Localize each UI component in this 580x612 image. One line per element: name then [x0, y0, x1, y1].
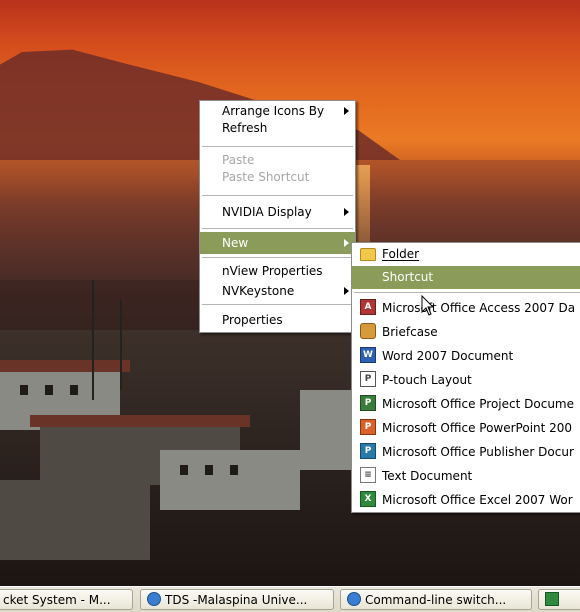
menu-item-paste[interactable]: Paste Paste Shortcut [200, 150, 355, 192]
publisher-icon: P [360, 443, 376, 459]
word-icon: W [360, 347, 376, 363]
menu-separator [354, 292, 580, 293]
menu-separator [202, 257, 353, 258]
access-icon: A [360, 299, 376, 315]
excel-icon: X [360, 491, 376, 507]
taskbar-button-excel[interactable] [538, 589, 580, 610]
menu-item-properties[interactable]: Properties [200, 308, 355, 332]
submenu-item-text-document[interactable]: ≡ Text Document [352, 464, 580, 488]
taskbar-button-tds-malaspina[interactable]: TDS -Malaspina Unive... [140, 589, 334, 610]
menu-item-label: Microsoft Office Publisher Docur [382, 445, 574, 459]
menu-item-new[interactable]: New [200, 232, 355, 254]
submenu-item-ptouch[interactable]: P P-touch Layout [352, 368, 580, 392]
antenna-pole [92, 280, 94, 400]
menu-item-label: Text Document [382, 469, 473, 483]
roof [30, 415, 250, 427]
menu-item-label: Arrange Icons By [222, 104, 325, 118]
submenu-item-powerpoint[interactable]: P Microsoft Office PowerPoint 200 [352, 416, 580, 440]
menu-item-label: Folder [382, 247, 420, 261]
menu-item-nvidia-display[interactable]: NVIDIA Display [200, 199, 355, 225]
submenu-item-project[interactable]: P Microsoft Office Project Docume [352, 392, 580, 416]
building [160, 450, 300, 510]
menu-item-nview-properties[interactable]: nView Properties [200, 261, 355, 281]
menu-item-label: Shortcut [382, 270, 434, 284]
menu-item-label: P-touch Layout [382, 373, 472, 387]
submenu-item-folder[interactable]: Folder [352, 243, 580, 266]
menu-item-nvkeystone[interactable]: NVKeystone [200, 281, 355, 301]
submenu-arrow-icon [344, 239, 349, 247]
window [45, 385, 53, 395]
ie-icon [347, 592, 361, 606]
building [0, 480, 150, 560]
powerpoint-icon: P [360, 419, 376, 435]
menu-item-label: Paste [222, 153, 255, 167]
text-document-icon: ≡ [360, 467, 376, 483]
menu-item-label: Word 2007 Document [382, 349, 514, 363]
window [20, 385, 28, 395]
submenu-item-briefcase[interactable]: Briefcase [352, 320, 580, 344]
taskbar-button-label: cket System - M... [3, 593, 111, 607]
menu-item-label[interactable]: Refresh [222, 120, 337, 137]
submenu-item-publisher[interactable]: P Microsoft Office Publisher Docur [352, 440, 580, 464]
roof [0, 360, 130, 372]
taskbar-button-ticket-system[interactable]: cket System - M... [0, 589, 133, 610]
menu-separator [202, 146, 353, 147]
menu-separator [202, 195, 353, 196]
submenu-arrow-icon [344, 287, 349, 295]
menu-item-label: NVIDIA Display [222, 205, 312, 219]
taskbar-button-label: Command-line switch... [365, 593, 507, 607]
taskbar-button-command-line[interactable]: Command-line switch... [340, 589, 532, 610]
window [70, 385, 78, 395]
project-icon: P [360, 395, 376, 411]
ptouch-icon: P [360, 371, 376, 387]
ie-icon [147, 592, 161, 606]
submenu-arrow-icon [344, 107, 349, 115]
menu-item-label[interactable]: Paste Shortcut [222, 169, 337, 186]
excel-icon [545, 592, 559, 606]
menu-item-label: Microsoft Office Excel 2007 Wor [382, 493, 573, 507]
folder-icon [360, 248, 376, 261]
submenu-item-access[interactable]: A Microsoft Office Access 2007 Da [352, 296, 580, 320]
menu-item-arrange-icons-by[interactable]: Arrange Icons By Refresh [200, 101, 355, 143]
window [230, 465, 238, 475]
desktop-context-menu: Arrange Icons By Refresh Paste Paste Sho… [199, 100, 356, 333]
menu-separator [202, 228, 353, 229]
menu-item-label: NVKeystone [222, 284, 295, 298]
taskbar-button-label: TDS -Malaspina Unive... [165, 593, 308, 607]
menu-item-label: Briefcase [382, 325, 438, 339]
mouse-pointer-icon [421, 295, 435, 316]
submenu-arrow-icon [344, 208, 349, 216]
menu-item-label: Microsoft Office Access 2007 Da [382, 301, 576, 315]
window [180, 465, 188, 475]
submenu-item-word[interactable]: W Word 2007 Document [352, 344, 580, 368]
menu-item-label: New [222, 236, 249, 250]
taskbar: cket System - M... TDS -Malaspina Unive.… [0, 586, 580, 612]
submenu-item-excel[interactable]: X Microsoft Office Excel 2007 Wor [352, 488, 580, 512]
briefcase-icon [360, 323, 376, 339]
menu-item-label: Microsoft Office Project Docume [382, 397, 574, 411]
menu-item-label: Microsoft Office PowerPoint 200 [382, 421, 573, 435]
submenu-item-shortcut[interactable]: Shortcut [352, 266, 580, 289]
menu-separator [202, 304, 353, 305]
window [205, 465, 213, 475]
new-submenu: Folder Shortcut A Microsoft Office Acces… [351, 242, 580, 513]
menu-item-label: nView Properties [222, 264, 323, 278]
menu-item-label: Properties [222, 313, 283, 327]
antenna-pole [120, 300, 122, 390]
